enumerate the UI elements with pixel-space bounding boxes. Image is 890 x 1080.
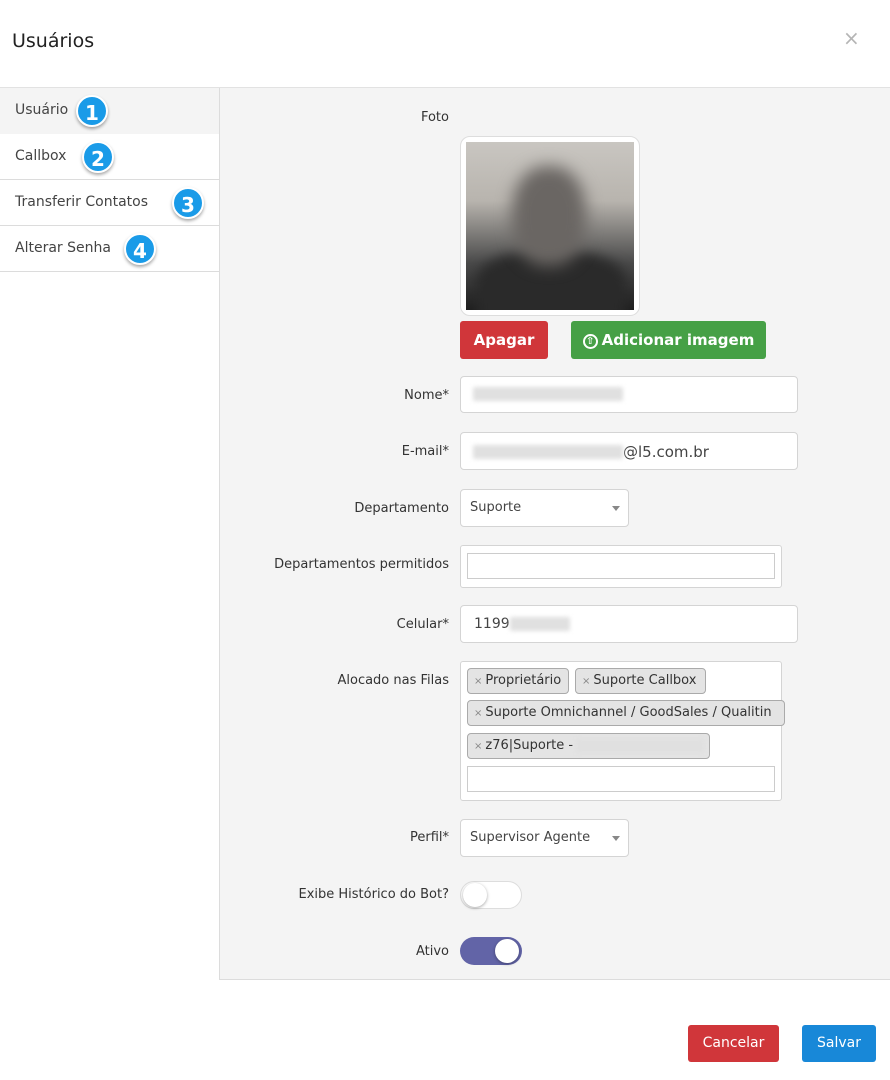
user-form: Foto Apagar ⇧ Adicionar imagem Nome* E-ma…: [220, 88, 890, 980]
sidebar-item-usuario[interactable]: Usuário 1: [0, 88, 219, 134]
step-badge-3: 3: [172, 187, 204, 219]
user-photo: [466, 142, 634, 310]
photo-frame: [460, 136, 640, 316]
queues-label: Alocado nas Filas: [337, 673, 449, 688]
email-input[interactable]: @l5.com.br: [460, 432, 798, 470]
upload-icon: ⇧: [582, 334, 598, 349]
profile-label: Perfil*: [409, 830, 449, 845]
allowed-departments-field: [460, 545, 782, 588]
remove-tag-icon[interactable]: ×: [582, 676, 590, 687]
phone-label: Celular*: [396, 617, 449, 632]
toggle-knob: [463, 883, 487, 907]
step-badge-2: 2: [82, 141, 114, 173]
user-modal: Usuários × Usuário 1 Callbox 2 Transferi…: [0, 0, 890, 1080]
sidebar-item-alterar-senha[interactable]: Alterar Senha 4: [0, 226, 219, 272]
sidebar-item-callbox[interactable]: Callbox 2: [0, 134, 219, 180]
sidebar-item-label: Callbox: [15, 148, 67, 164]
department-label: Departamento: [354, 501, 449, 516]
remove-tag-icon[interactable]: ×: [474, 676, 482, 687]
step-badge-1: 1: [76, 95, 108, 127]
department-value: Suporte: [470, 500, 522, 515]
modal-title: Usuários: [12, 30, 95, 52]
queue-tag: × Suporte Callbox: [575, 668, 706, 694]
add-image-button[interactable]: ⇧ Adicionar imagem: [571, 321, 766, 359]
active-label: Ativo: [415, 944, 449, 959]
cancel-button[interactable]: Cancelar: [688, 1025, 779, 1062]
active-toggle[interactable]: [460, 937, 522, 965]
bot-history-toggle[interactable]: [460, 881, 522, 909]
remove-tag-icon[interactable]: ×: [474, 708, 482, 719]
sidebar: Usuário 1 Callbox 2 Transferir Contatos …: [0, 88, 220, 980]
photo-label: Foto: [420, 110, 449, 125]
sidebar-item-transferir-contatos[interactable]: Transferir Contatos 3: [0, 180, 219, 226]
queue-tag: × Proprietário: [467, 668, 569, 694]
sidebar-item-label: Transferir Contatos: [15, 194, 149, 210]
queues-search-input[interactable]: [467, 766, 775, 792]
step-badge-4: 4: [124, 233, 156, 265]
allowed-departments-label: Departamentos permitidos: [274, 557, 449, 572]
sidebar-item-label: Alterar Senha: [15, 240, 111, 256]
chevron-down-icon: [612, 506, 620, 511]
name-input[interactable]: [460, 376, 798, 413]
delete-photo-button[interactable]: Apagar: [460, 321, 548, 359]
add-image-label: Adicionar imagem: [601, 331, 755, 349]
phone-value: 1199: [474, 616, 510, 632]
phone-input[interactable]: 1199: [460, 605, 798, 643]
save-button[interactable]: Salvar: [802, 1025, 876, 1062]
profile-select[interactable]: Supervisor Agente: [460, 819, 629, 857]
queue-tag: × Suporte Omnichannel / GoodSales / Quali…: [467, 700, 785, 726]
bot-history-label: Exibe Histórico do Bot?: [298, 887, 449, 902]
department-select[interactable]: Suporte: [460, 489, 629, 527]
allowed-departments-input[interactable]: [467, 553, 775, 579]
close-icon[interactable]: ×: [843, 28, 860, 48]
queue-tag: × z76|Suporte -: [467, 733, 710, 759]
email-label: E-mail*: [401, 444, 449, 459]
modal-header: Usuários ×: [0, 0, 890, 88]
name-label: Nome*: [404, 388, 449, 403]
chevron-down-icon: [612, 836, 620, 841]
email-suffix: @l5.com.br: [623, 443, 709, 461]
toggle-knob: [495, 939, 519, 963]
queues-multiselect: × Proprietário × Suporte Callbox × Suporte …: [460, 661, 785, 801]
sidebar-item-label: Usuário: [15, 102, 69, 118]
remove-tag-icon[interactable]: ×: [474, 741, 482, 752]
profile-value: Supervisor Agente: [470, 830, 591, 845]
